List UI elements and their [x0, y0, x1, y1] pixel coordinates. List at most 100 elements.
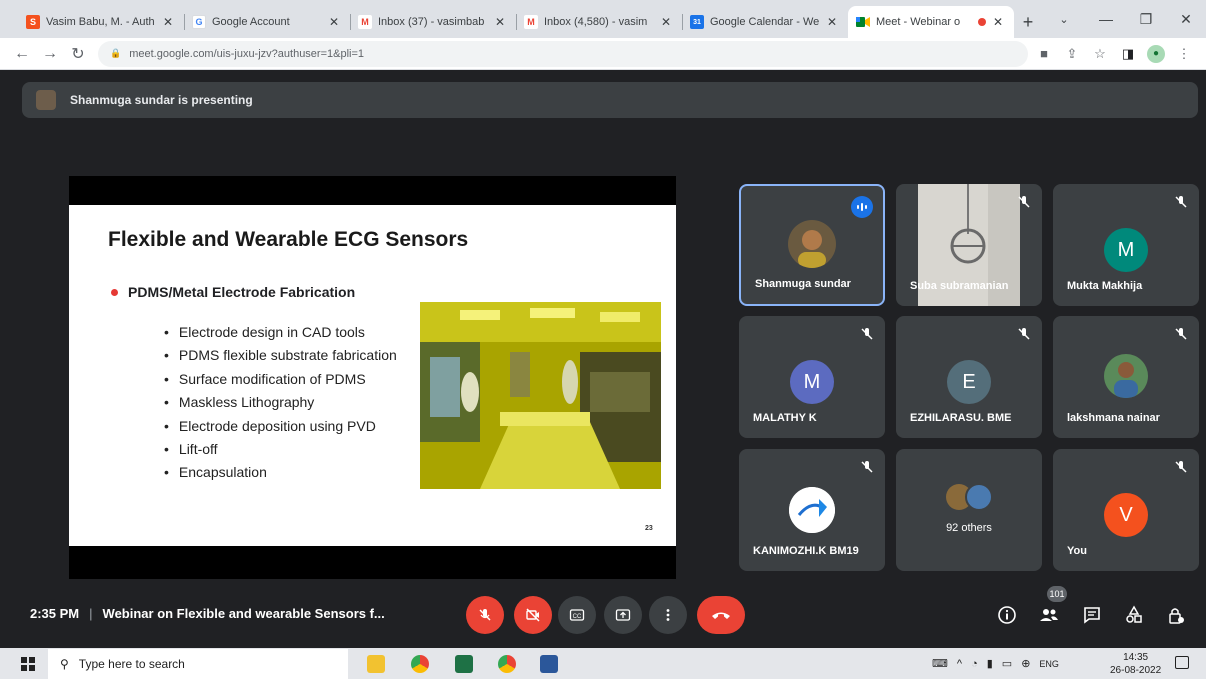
presenter-avatar — [36, 90, 56, 110]
participant-name: EZHILARASU. BME — [910, 412, 1012, 424]
close-icon[interactable]: ✕ — [658, 15, 674, 29]
camera-off-icon — [526, 608, 540, 622]
participant-name: You — [1067, 545, 1087, 557]
participant-avatar — [788, 220, 836, 268]
minimize-icon[interactable]: — — [1086, 0, 1126, 38]
show-hidden-icons-icon[interactable]: ^ — [957, 658, 962, 670]
meeting-details-button[interactable] — [994, 602, 1020, 628]
close-icon[interactable]: ✕ — [492, 15, 508, 29]
tab-search-icon[interactable]: ⌄ — [1042, 0, 1086, 38]
participant-avatar: V — [1104, 493, 1148, 537]
chat-icon — [1084, 607, 1100, 624]
notification-center-icon[interactable] — [1175, 656, 1189, 669]
sub-bullet: Electrode design in CAD tools — [164, 321, 397, 344]
camera-toggle-button[interactable] — [514, 596, 552, 634]
keyboard-icon[interactable]: ⌨ — [932, 657, 948, 670]
leave-call-button[interactable] — [697, 596, 745, 634]
close-icon[interactable]: ✕ — [326, 15, 342, 29]
participant-tile[interactable]: Suba subramanian — [896, 184, 1042, 306]
participant-tile-self[interactable]: V You — [1053, 449, 1199, 571]
excel-icon[interactable] — [455, 655, 473, 673]
more-options-button[interactable] — [649, 596, 687, 634]
language-globe-icon[interactable]: ⊕ — [1021, 657, 1030, 670]
taskbar-clock[interactable]: 14:35 26-08-2022 — [1110, 651, 1161, 677]
microphone-icon[interactable]: ▮ — [987, 657, 993, 670]
present-now-button[interactable] — [604, 596, 642, 634]
tab-title: Google Calendar - We — [710, 16, 820, 28]
participant-tile[interactable]: M Mukta Makhija — [1053, 184, 1199, 306]
chrome-profile-icon[interactable] — [498, 655, 516, 673]
lock-icon: 🔒 — [110, 48, 122, 58]
browser-tab[interactable]: G Google Account ✕ — [184, 6, 350, 38]
extension-icon[interactable]: ◨ — [1114, 46, 1142, 62]
close-icon[interactable]: ✕ — [990, 15, 1006, 29]
word-icon[interactable] — [540, 655, 558, 673]
forward-icon[interactable]: → — [36, 40, 64, 68]
captions-button[interactable]: CC — [558, 596, 596, 634]
participant-name: MALATHY K — [753, 412, 817, 424]
network-icon[interactable]: ◔ — [971, 658, 978, 670]
battery-icon[interactable]: ▭ — [1002, 657, 1012, 670]
url-input[interactable]: 🔒 meet.google.com/uis-juxu-jzv?authuser=… — [98, 40, 1028, 67]
search-placeholder: Type here to search — [78, 657, 185, 671]
browser-tab[interactable]: S Vasim Babu, M. - Auth ✕ — [18, 6, 184, 38]
host-controls-button[interactable] — [1163, 602, 1189, 628]
share-icon[interactable]: ⇪ — [1058, 46, 1086, 62]
captions-icon: CC — [569, 609, 585, 621]
windows-start-icon[interactable] — [21, 657, 35, 671]
back-icon[interactable]: ← — [8, 40, 36, 68]
mic-off-icon — [1175, 196, 1187, 208]
participant-tile[interactable]: lakshmana nainar — [1053, 316, 1199, 438]
more-vert-icon — [666, 609, 670, 621]
system-tray: ⌨ ^ ◔ ▮ ▭ ⊕ ENG — [932, 648, 1068, 679]
file-explorer-icon[interactable] — [367, 655, 385, 673]
participant-name: lakshmana nainar — [1067, 412, 1160, 424]
people-button[interactable] — [1036, 602, 1062, 628]
mic-toggle-button[interactable] — [466, 596, 504, 634]
participant-tile[interactable]: M MALATHY K — [739, 316, 885, 438]
close-window-icon[interactable]: ✕ — [1166, 0, 1206, 38]
reload-icon[interactable]: ↻ — [64, 40, 92, 68]
mic-off-icon — [861, 328, 873, 340]
participant-tile[interactable]: E EZHILARASU. BME — [896, 316, 1042, 438]
new-tab-button[interactable]: + — [1014, 6, 1042, 38]
clock-date: 26-08-2022 — [1110, 665, 1162, 676]
browser-tab-active[interactable]: Meet - Webinar o ✕ — [848, 6, 1014, 38]
mic-off-icon — [1175, 461, 1187, 473]
tab-favicon: G — [192, 15, 206, 29]
sub-bullet: Lift-off — [164, 438, 397, 461]
sub-bullet: Maskless Lithography — [164, 391, 397, 414]
browser-tab[interactable]: M Inbox (4,580) - vasim ✕ — [516, 6, 682, 38]
speaking-indicator-icon — [851, 196, 873, 218]
menu-dots-icon[interactable]: ⋮ — [1170, 46, 1198, 62]
window-controls: ⌄ — ❐ ✕ — [1042, 0, 1206, 38]
tab-title: Inbox (37) - vasimbab — [378, 16, 485, 28]
taskbar-search-input[interactable]: ⚲ Type here to search — [48, 649, 348, 679]
language-indicator[interactable]: ENG — [1039, 659, 1059, 669]
restore-icon[interactable]: ❐ — [1126, 0, 1166, 38]
mic-off-icon — [1018, 328, 1030, 340]
camera-icon[interactable]: ■ — [1030, 46, 1058, 61]
people-count-badge: 101 — [1047, 586, 1067, 602]
profile-avatar[interactable]: ● — [1147, 44, 1165, 63]
bookmark-star-icon[interactable]: ☆ — [1086, 46, 1114, 62]
participant-avatar: M — [790, 360, 834, 404]
activities-button[interactable] — [1121, 602, 1147, 628]
chrome-icon[interactable] — [411, 655, 429, 673]
browser-tab[interactable]: 31 Google Calendar - We ✕ — [682, 6, 848, 38]
browser-tab-strip: S Vasim Babu, M. - Auth ✕ G Google Accou… — [0, 0, 1206, 38]
activities-icon — [1126, 605, 1142, 623]
close-icon[interactable]: ✕ — [824, 15, 840, 29]
recording-indicator-icon — [978, 18, 986, 26]
participant-tile[interactable]: KANIMOZHI.K BM19 — [739, 449, 885, 571]
close-icon[interactable]: ✕ — [160, 15, 176, 29]
chat-button[interactable] — [1079, 602, 1105, 628]
participant-name: Shanmuga sundar — [755, 278, 851, 290]
people-icon — [1040, 609, 1058, 621]
windows-taskbar: ⚲ Type here to search ⌨ ^ ◔ ▮ ▭ ⊕ ENG 14… — [0, 648, 1206, 679]
participant-tile[interactable]: Shanmuga sundar — [739, 184, 885, 306]
browser-tab[interactable]: M Inbox (37) - vasimbab ✕ — [350, 6, 516, 38]
meet-favicon — [856, 15, 870, 29]
others-tile[interactable]: 92 others — [896, 449, 1042, 571]
participant-avatar: M — [1104, 228, 1148, 272]
